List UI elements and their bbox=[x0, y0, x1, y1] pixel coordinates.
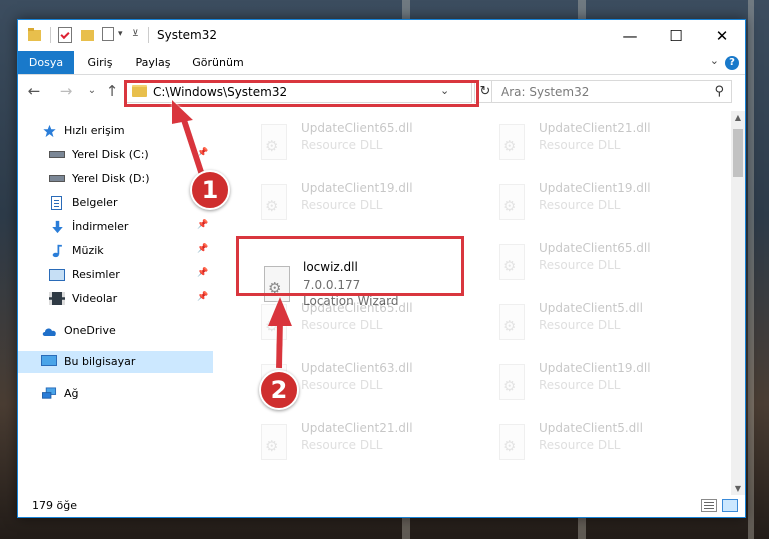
annotation-arrows bbox=[172, 100, 292, 369]
arrow-to-address-bar bbox=[172, 100, 206, 179]
step-marker-2: 2 bbox=[259, 370, 299, 410]
step-marker-1: 1 bbox=[190, 170, 230, 210]
arrow-to-file bbox=[268, 297, 292, 369]
